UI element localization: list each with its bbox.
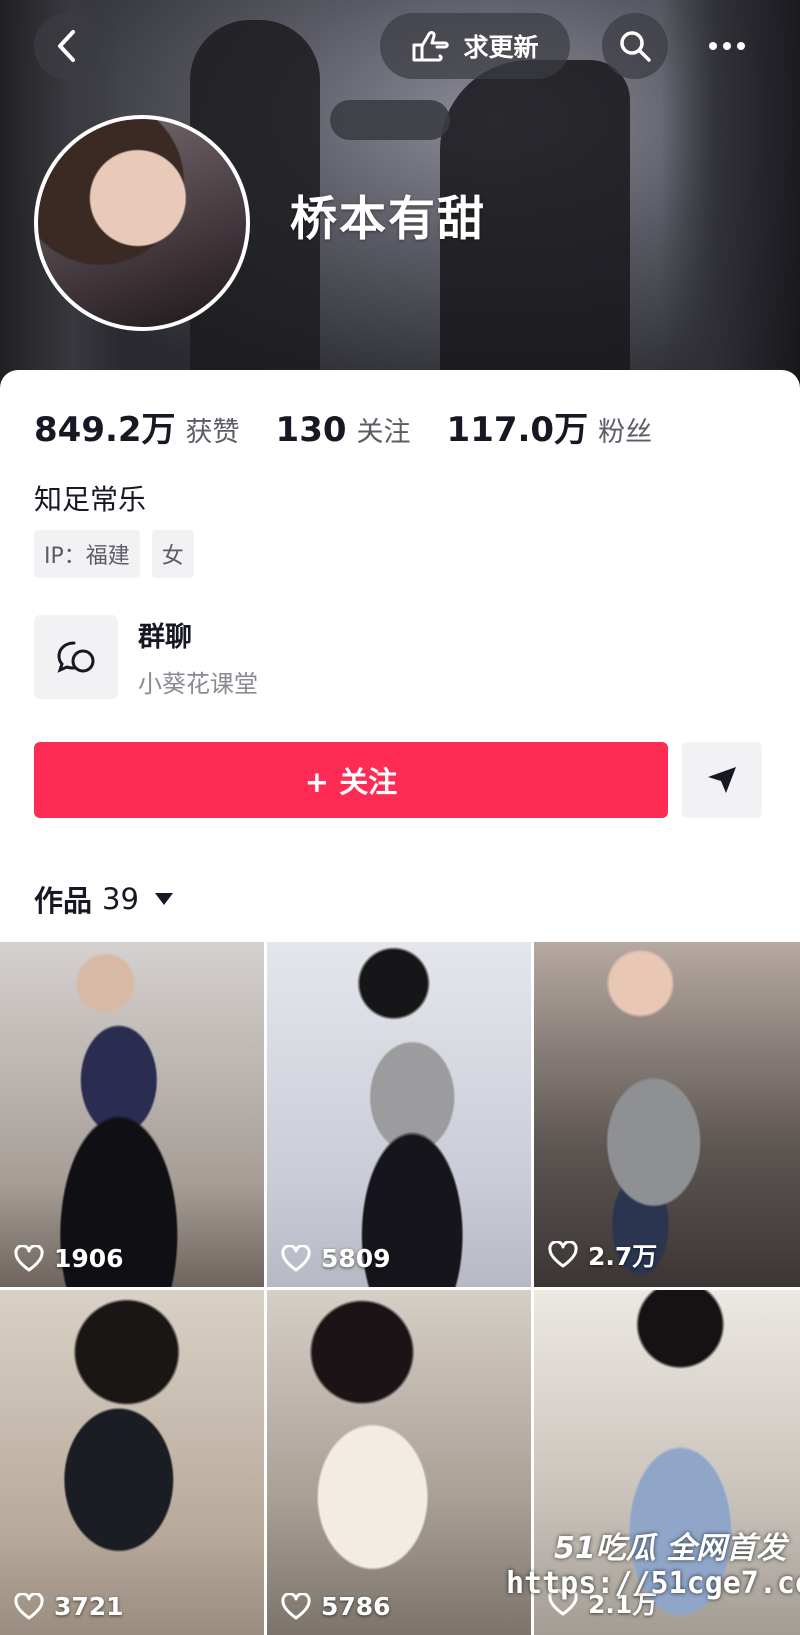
watermark-url: https://51cge7.com [506, 1566, 800, 1601]
request-update-label: 求更新 [463, 33, 539, 62]
video-tile[interactable]: 5786 [267, 1290, 531, 1635]
works-tab-label: 作品 [34, 884, 93, 918]
chevron-left-icon [58, 30, 75, 62]
heart-icon [14, 1244, 44, 1271]
group-chat-icon [34, 615, 118, 699]
stat-followers-label: 粉丝 [598, 417, 653, 448]
video-likes: 2.7万 [548, 1237, 657, 1273]
heart-icon [281, 1592, 311, 1619]
watermark-brand: 51吃瓜 全网首发 [554, 1531, 787, 1566]
stat-likes-value: 849.2万 [34, 410, 176, 450]
follow-button-label: + 关注 [304, 765, 398, 799]
send-icon [708, 767, 736, 793]
profile-bio: 知足常乐 [34, 483, 147, 516]
video-likes-count: 5809 [321, 1244, 391, 1273]
video-tile[interactable]: 2.7万 [534, 942, 800, 1287]
stat-following-value: 130 [275, 410, 347, 450]
video-likes-count: 2.7万 [588, 1242, 658, 1271]
video-likes: 3721 [14, 1592, 124, 1621]
works-tab[interactable]: 作品 39 [34, 878, 173, 920]
share-button[interactable] [682, 742, 762, 818]
profile-tags: IP：福建 女 [34, 530, 194, 578]
stat-followers-value: 117.0万 [446, 410, 589, 450]
cover-figure-hands [330, 100, 450, 140]
stat-followers[interactable]: 117.0万 粉丝 [447, 402, 653, 451]
video-tile[interactable]: 1906 [0, 942, 264, 1287]
works-tab-count: 39 [102, 882, 139, 916]
group-chat-title: 群聊 [138, 622, 192, 653]
more-dot-icon [709, 42, 717, 50]
pointing-hand-icon [412, 31, 450, 62]
stat-likes-label: 获赞 [185, 417, 240, 448]
group-chat-subtitle: 小葵花课堂 [138, 670, 258, 698]
heart-icon [281, 1244, 311, 1271]
video-likes: 1906 [14, 1244, 124, 1273]
back-button[interactable] [34, 13, 100, 79]
profile-username: 桥本有甜 [290, 192, 486, 247]
video-likes-count: 1906 [54, 1244, 124, 1273]
tag-ip-location: IP：福建 [34, 530, 140, 578]
video-likes: 5809 [281, 1244, 391, 1273]
heart-icon [548, 1241, 578, 1268]
profile-stats: 849.2万 获赞 130 关注 117.0万 粉丝 [34, 402, 688, 451]
group-chat-entry[interactable]: 群聊 小葵花课堂 [34, 615, 258, 699]
search-button[interactable] [602, 13, 668, 79]
stat-likes[interactable]: 849.2万 获赞 [34, 402, 240, 451]
request-update-button[interactable]: 求更新 [380, 13, 570, 79]
video-tile[interactable]: 3721 [0, 1290, 264, 1635]
more-dot-icon [737, 42, 745, 50]
more-options-button[interactable] [694, 13, 760, 79]
profile-avatar[interactable] [34, 115, 250, 331]
heart-icon [14, 1592, 44, 1619]
video-likes-count: 5786 [321, 1592, 391, 1621]
stat-following[interactable]: 130 关注 [276, 410, 411, 450]
search-icon [620, 31, 651, 62]
more-dot-icon [723, 42, 731, 50]
follow-button[interactable]: + 关注 [34, 742, 668, 818]
video-likes-count: 3721 [54, 1592, 124, 1621]
caret-down-icon [154, 893, 173, 905]
tag-gender: 女 [151, 530, 194, 578]
video-tile[interactable]: 5809 [267, 942, 531, 1287]
stat-following-label: 关注 [356, 417, 411, 448]
video-likes: 5786 [281, 1592, 391, 1621]
